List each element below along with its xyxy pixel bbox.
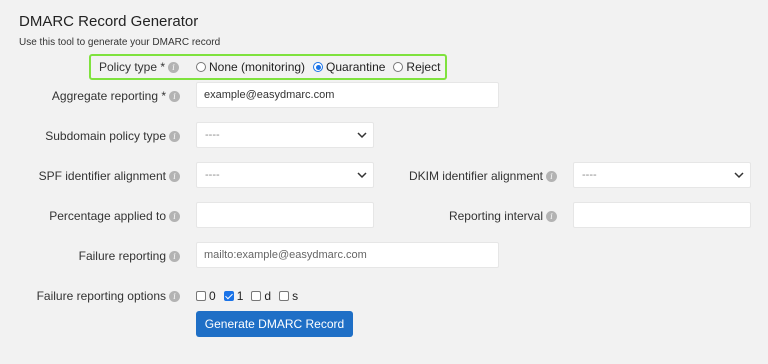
checkbox-icon[interactable] <box>279 291 290 301</box>
checkbox-checked-icon[interactable] <box>223 291 234 301</box>
subdomain-policy-select[interactable]: ---- <box>196 122 374 148</box>
failure-reporting-label-text: Failure reporting <box>78 249 166 263</box>
subdomain-policy-label: Subdomain policy type i <box>45 129 180 143</box>
checkbox-icon[interactable] <box>196 291 206 301</box>
info-icon[interactable]: i <box>169 291 180 302</box>
radio-policy-none[interactable]: None (monitoring) <box>196 60 305 74</box>
info-icon[interactable]: i <box>169 91 180 102</box>
dkim-alignment-value: ---- <box>582 169 597 181</box>
info-icon[interactable]: i <box>546 211 557 222</box>
percentage-input[interactable] <box>196 202 374 228</box>
spf-alignment-label-text: SPF identifier alignment <box>38 169 166 183</box>
checkbox-option-1[interactable]: 1 <box>223 289 244 303</box>
reporting-interval-label-text: Reporting interval <box>448 209 543 223</box>
failure-reporting-input[interactable]: mailto:example@easydmarc.com <box>196 242 499 268</box>
failure-options-label: Failure reporting options i <box>37 289 180 303</box>
info-icon[interactable]: i <box>168 62 180 73</box>
radio-reject-label: Reject <box>406 60 441 74</box>
subdomain-policy-label-text: Subdomain policy type <box>45 129 166 143</box>
checkbox-option-s[interactable]: s <box>279 289 298 303</box>
info-icon[interactable]: i <box>169 171 180 182</box>
percentage-label-text: Percentage applied to <box>49 209 166 223</box>
aggregate-reporting-input[interactable]: example@easydmarc.com <box>196 82 499 108</box>
failure-options-group: 0 1 d s <box>196 289 306 303</box>
chevron-down-icon <box>357 132 367 139</box>
radio-policy-quarantine[interactable]: Quarantine <box>313 60 385 74</box>
page-subtitle: Use this tool to generate your DMARC rec… <box>19 37 221 48</box>
radio-quarantine-label: Quarantine <box>326 60 386 74</box>
spf-alignment-value: ---- <box>205 169 220 181</box>
policy-type-radio-group: None (monitoring) Quarantine Reject <box>196 60 448 74</box>
radio-reject-icon[interactable] <box>393 62 404 72</box>
info-icon[interactable]: i <box>546 171 557 182</box>
failure-options-label-text: Failure reporting options <box>36 289 166 303</box>
checkbox-option-0[interactable]: 0 <box>196 289 216 303</box>
dkim-alignment-select[interactable]: ---- <box>573 162 751 188</box>
subdomain-policy-value: ---- <box>205 129 220 141</box>
aggregate-reporting-label-text: Aggregate reporting * <box>51 89 166 103</box>
radio-policy-reject[interactable]: Reject <box>393 60 440 74</box>
checkbox-option-d[interactable]: d <box>251 289 271 303</box>
reporting-interval-label: Reporting interval i <box>449 209 557 223</box>
reporting-interval-input[interactable] <box>573 202 751 228</box>
policy-type-label: Policy type * i <box>99 60 180 74</box>
aggregate-reporting-label: Aggregate reporting * i <box>52 89 180 103</box>
dkim-alignment-label-text: DKIM identifier alignment <box>408 169 543 183</box>
spf-alignment-label: SPF identifier alignment i <box>39 169 180 183</box>
checkbox-icon[interactable] <box>251 291 262 301</box>
info-icon[interactable]: i <box>169 211 180 222</box>
page-title: DMARC Record Generator <box>19 13 199 30</box>
chevron-down-icon <box>357 172 367 179</box>
generate-dmarc-button[interactable]: Generate DMARC Record <box>196 311 353 337</box>
dkim-alignment-label: DKIM identifier alignment i <box>409 169 557 183</box>
policy-type-label-text: Policy type * <box>99 60 166 74</box>
checkbox-label: s <box>292 289 299 303</box>
percentage-label: Percentage applied to i <box>49 209 180 223</box>
radio-quarantine-icon[interactable] <box>313 62 324 72</box>
chevron-down-icon <box>734 172 744 179</box>
checkbox-label: 0 <box>209 289 216 303</box>
checkbox-label: 1 <box>236 289 244 303</box>
info-icon[interactable]: i <box>169 131 180 142</box>
failure-reporting-label: Failure reporting i <box>79 249 180 263</box>
info-icon[interactable]: i <box>169 251 180 262</box>
radio-none-label: None (monitoring) <box>209 60 306 74</box>
checkbox-label: d <box>264 289 272 303</box>
spf-alignment-select[interactable]: ---- <box>196 162 374 188</box>
radio-none-icon[interactable] <box>196 62 206 72</box>
